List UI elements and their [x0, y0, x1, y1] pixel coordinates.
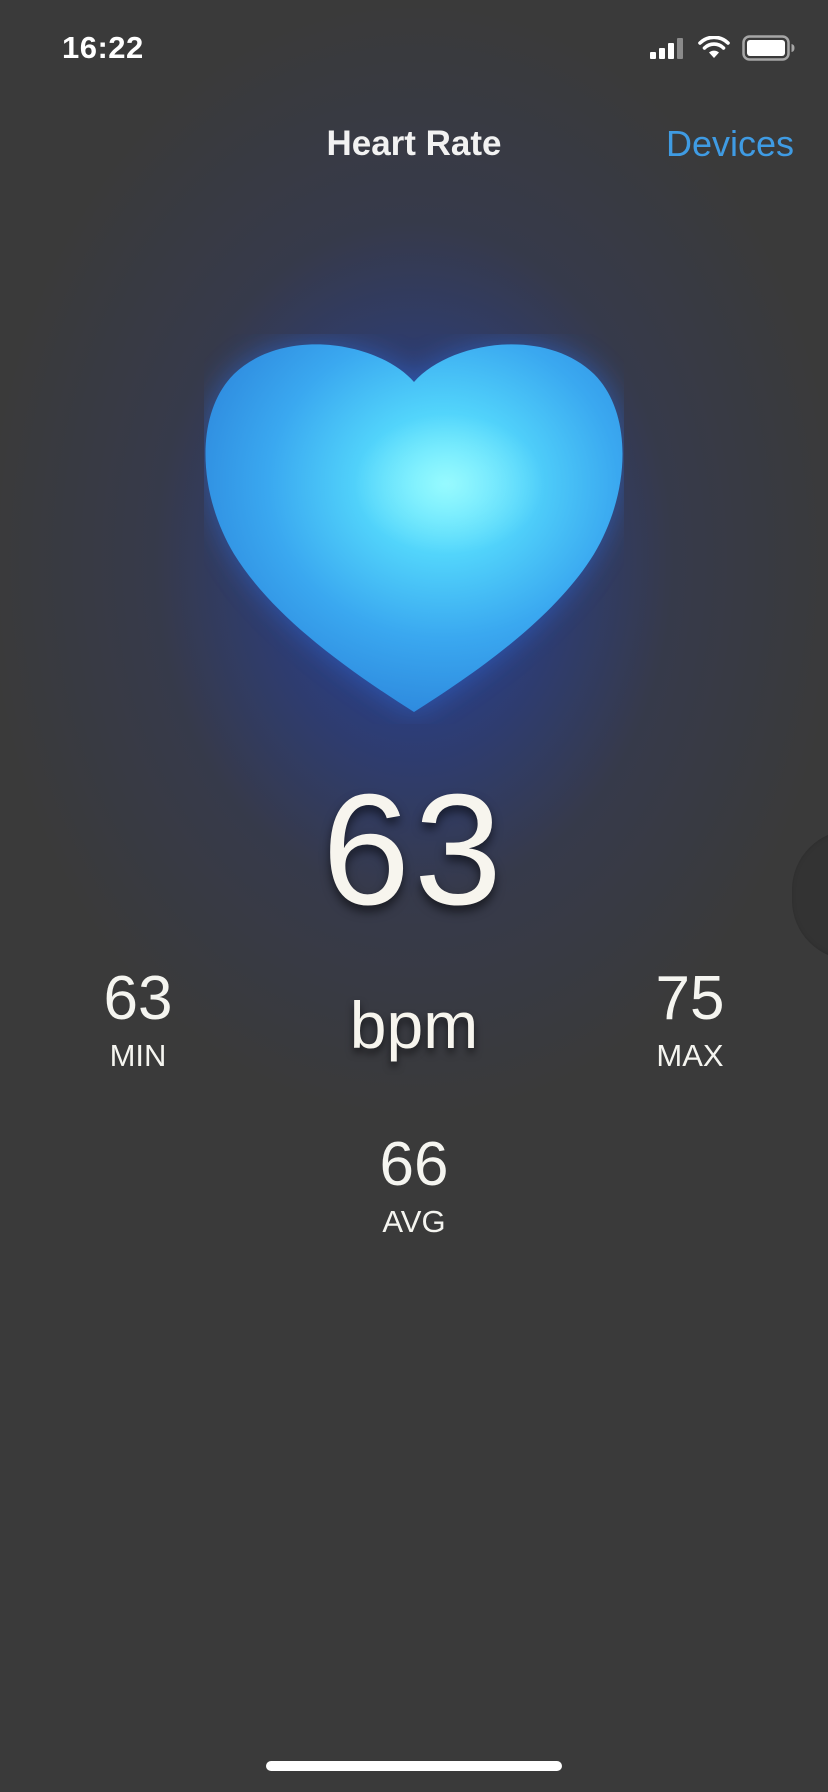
stat-max: 75 MAX — [590, 966, 790, 1074]
status-icons — [650, 34, 796, 66]
stat-max-label: MAX — [656, 1038, 724, 1073]
stat-avg-value: 66 — [379, 1130, 449, 1199]
wifi-icon — [698, 35, 730, 65]
status-time: 16:22 — [62, 30, 144, 65]
heart-icon — [204, 334, 624, 724]
status-bar: 16:22 — [0, 0, 828, 100]
signal-icon — [650, 37, 686, 64]
stat-avg: 66 AVG — [314, 1132, 514, 1240]
stat-min-value: 63 — [103, 964, 173, 1033]
home-indicator[interactable] — [266, 1761, 562, 1771]
stat-max-value: 75 — [655, 964, 725, 1033]
devices-button[interactable]: Devices — [666, 123, 794, 165]
stat-min: 63 MIN — [38, 966, 238, 1074]
heart-rate-value: 63 — [322, 762, 506, 938]
battery-icon — [742, 34, 796, 66]
stat-min-label: MIN — [109, 1038, 167, 1073]
heart-rate-screen: 16:22 Heart Rate Devices 63 bpm 63 MIN 7… — [0, 0, 828, 1792]
stat-avg-label: AVG — [382, 1204, 446, 1239]
